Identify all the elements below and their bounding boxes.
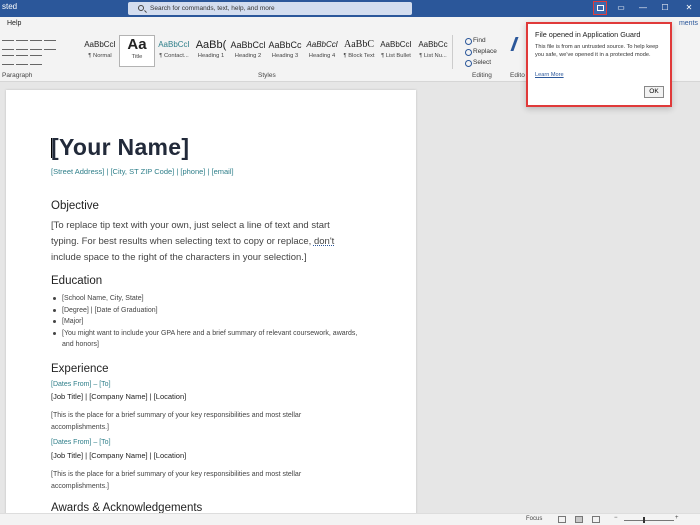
indent-icon[interactable] — [16, 40, 28, 50]
list-item[interactable]: [Major] — [51, 316, 361, 328]
name-heading[interactable]: [Your Name] — [51, 134, 189, 161]
styles-scroll[interactable] — [452, 35, 460, 69]
experience-heading[interactable]: Experience — [51, 363, 109, 375]
document-page[interactable]: [Your Name] [Street Address] | [City, ST… — [6, 90, 416, 525]
style-preview: AaBbCcl — [306, 40, 338, 49]
replace-button[interactable]: Replace — [463, 46, 503, 57]
style-name: Heading 3 — [271, 53, 299, 59]
experience-summary[interactable]: [This is the place for a brief summary o… — [51, 469, 341, 493]
objective-text[interactable]: [To replace tip text with your own, just… — [51, 218, 356, 266]
paragraph-group-label: Paragraph — [2, 72, 33, 79]
application-guard-button[interactable] — [593, 1, 607, 15]
experience-job[interactable]: [Job Title] | [Company Name] | [Location… — [51, 392, 186, 401]
align-icon[interactable] — [2, 40, 14, 50]
styles-gallery: AaBbCcI ¶ Normal Aa Title AaBbCcI ¶ Contact… — [82, 35, 452, 69]
style-preview: AaBbCcI — [158, 40, 190, 49]
web-layout-button[interactable] — [592, 516, 600, 523]
paragraph-controls[interactable] — [2, 38, 74, 68]
print-layout-button[interactable] — [575, 516, 583, 523]
styles-group-label: Styles — [258, 72, 276, 79]
status-bar: Focus − + — [0, 513, 700, 525]
objective-text-part: include space to the right of the charac… — [51, 252, 307, 263]
application-guard-popup: File opened in Application Guard This fi… — [526, 22, 672, 107]
style-name: ¶ Normal — [88, 53, 112, 59]
objective-text-part: [To replace tip text with your own, just… — [51, 220, 330, 247]
zoom-out-button[interactable]: − — [614, 515, 618, 521]
style-preview: AaBb( — [195, 39, 227, 51]
shield-window-icon — [596, 5, 604, 11]
contact-line[interactable]: [Street Address] | [City, ST ZIP Code] |… — [51, 167, 234, 176]
style-title[interactable]: Aa Title — [119, 35, 155, 67]
style-name: Title — [131, 54, 143, 60]
zoom-slider[interactable] — [624, 520, 674, 521]
style-name: ¶ List Bullet — [381, 53, 411, 59]
style-heading-4[interactable]: AaBbCcl Heading 4 — [304, 35, 340, 67]
list-item[interactable]: [School Name, City, State] — [51, 293, 361, 305]
style-block-text[interactable]: AaBbC ¶ Block Text — [341, 35, 377, 67]
style-name: Heading 2 — [234, 53, 262, 59]
editor-group-label: Edito — [510, 72, 525, 79]
search-placeholder: Search for commands, text, help, and mor… — [150, 5, 275, 12]
ok-button[interactable]: OK — [644, 86, 664, 98]
popup-message: This file is from an untrusted source. T… — [535, 44, 659, 58]
align-left-icon[interactable] — [2, 55, 14, 65]
document-title: sted — [2, 2, 18, 11]
style-preview: AaBbCcl — [230, 40, 266, 50]
search-icon — [138, 5, 144, 11]
style-normal[interactable]: AaBbCcI ¶ Normal — [82, 35, 118, 67]
style-heading-2[interactable]: AaBbCcl Heading 2 — [230, 35, 266, 67]
education-list: [School Name, City, State] [Degree] | [D… — [51, 293, 361, 351]
ribbon-display-options-button[interactable]: ▭ — [614, 1, 628, 15]
list-item[interactable]: [You might want to include your GPA here… — [51, 328, 361, 351]
popup-title: File opened in Application Guard — [535, 30, 641, 39]
style-preview: AaBbCcI — [380, 40, 412, 49]
learn-more-link[interactable]: Learn More — [535, 72, 564, 78]
style-preview: AaBbCc — [268, 40, 302, 50]
style-name: Heading 4 — [308, 53, 336, 59]
style-list-number[interactable]: AaBbCc ¶ List Nu... — [415, 35, 451, 67]
editing-group: Find Replace Select — [463, 35, 503, 68]
style-preview: AaBbCcI — [84, 40, 116, 49]
editing-group-label: Editing — [472, 72, 492, 79]
style-name: ¶ Contact... — [159, 53, 189, 59]
style-preview: AaBbC — [344, 39, 374, 50]
tab-help[interactable]: Help — [7, 20, 21, 27]
style-preview: Aa — [127, 36, 147, 53]
experience-job[interactable]: [Job Title] | [Company Name] | [Location… — [51, 451, 186, 460]
spelling-flag[interactable]: don't — [314, 236, 334, 247]
style-contact[interactable]: AaBbCcI ¶ Contact... — [156, 35, 192, 67]
sort-icon[interactable] — [30, 40, 42, 50]
zoom-slider-handle[interactable] — [643, 517, 645, 523]
style-name: ¶ List Nu... — [419, 53, 447, 59]
experience-dates[interactable]: [Dates From] – [To] — [51, 381, 111, 388]
find-button[interactable]: Find — [463, 35, 503, 46]
objective-heading[interactable]: Objective — [51, 200, 99, 212]
read-mode-button[interactable] — [558, 516, 566, 523]
ribbon-options-icon: ▭ — [617, 3, 625, 12]
pilcrow-icon[interactable] — [44, 40, 56, 50]
maximize-button[interactable]: ☐ — [658, 1, 672, 15]
search-box[interactable]: Search for commands, text, help, and mor… — [128, 2, 412, 15]
style-name: ¶ Block Text — [343, 53, 375, 59]
minimize-button[interactable]: — — [636, 1, 650, 15]
close-button[interactable]: ✕ — [682, 1, 696, 15]
title-bar: sted Search for commands, text, help, an… — [0, 0, 700, 17]
editor-pen-icon — [510, 37, 528, 51]
list-item[interactable]: [Degree] | [Date of Graduation] — [51, 305, 361, 317]
zoom-in-button[interactable]: + — [675, 515, 679, 521]
style-preview: AaBbCc — [418, 40, 448, 49]
borders-icon[interactable] — [30, 55, 42, 65]
style-heading-1[interactable]: AaBb( Heading 1 — [193, 35, 229, 67]
select-button[interactable]: Select — [463, 57, 503, 68]
focus-mode-button[interactable]: Focus — [526, 516, 542, 522]
style-list-bullet[interactable]: AaBbCcI ¶ List Bullet — [378, 35, 414, 67]
style-name: Heading 1 — [197, 53, 225, 59]
shading-icon[interactable] — [16, 55, 28, 65]
experience-summary[interactable]: [This is the place for a brief summary o… — [51, 410, 341, 434]
experience-dates[interactable]: [Dates From] – [To] — [51, 439, 111, 446]
education-heading[interactable]: Education — [51, 275, 102, 287]
comments-button[interactable]: ments — [679, 20, 698, 27]
style-heading-3[interactable]: AaBbCc Heading 3 — [267, 35, 303, 67]
